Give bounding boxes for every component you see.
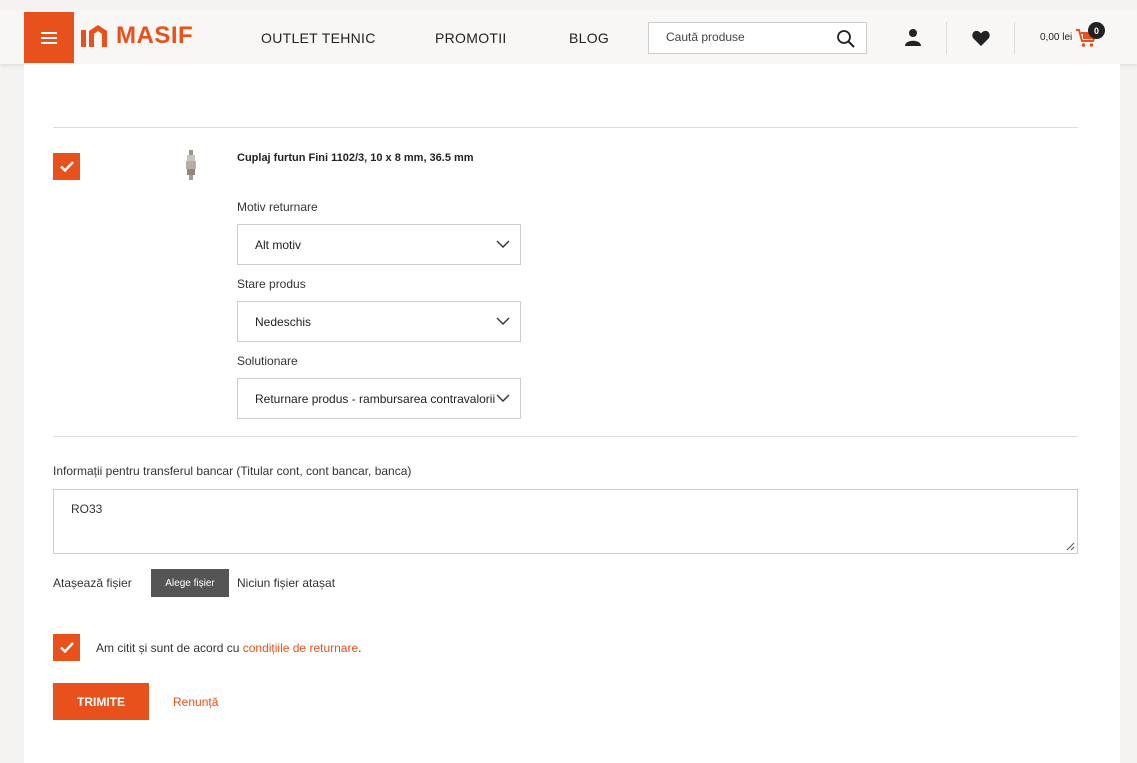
check-icon [59,161,74,172]
divider [53,127,1078,128]
menu-button[interactable] [24,12,74,63]
logo-text: MASIF [116,22,194,49]
heart-icon[interactable] [972,30,990,46]
bank-info-label: Informații pentru transferul bancar (Tit… [53,464,412,478]
divider [53,436,1078,437]
site-logo[interactable]: MASIF [81,22,194,49]
chevron-down-icon [496,394,510,402]
agree-text: Am citit și sunt de acord cu condițiile … [96,641,361,655]
motiv-value: Alt motiv [255,238,302,252]
choose-file-button[interactable]: Alege fișier [151,569,229,597]
stare-value: Nedeschis [255,315,312,329]
chevron-down-icon [496,240,510,248]
cancel-link[interactable]: Renunță [173,695,218,709]
solutionare-select[interactable]: Returnare produs - rambursarea contraval… [237,378,521,419]
product-name: Cuplaj furtun Fini 1102/3, 10 x 8 mm, 36… [237,152,474,164]
bank-info-value: RO33 [71,502,103,516]
stare-label: Stare produs [237,277,306,291]
file-status: Niciun fișier atașat [237,576,336,590]
resize-grip-icon[interactable] [1066,542,1075,551]
solutionare-value: Returnare produs - rambursarea contraval… [255,392,496,406]
stare-select[interactable]: Nedeschis [237,301,521,342]
top-strip [0,0,1137,10]
product-select-checkbox[interactable] [53,153,80,180]
nav-blog[interactable]: BLOG [569,30,609,46]
menu-icon [41,31,57,44]
agree-text-prefix: Am citit și sunt de acord cu [96,641,243,655]
agree-text-suffix: . [358,641,362,655]
chevron-down-icon [496,317,510,325]
header-divider [946,22,947,54]
search-icon[interactable] [836,29,856,49]
agree-checkbox[interactable] [53,634,80,661]
solutionare-label: Solutionare [237,354,298,368]
nav-outlet-tehnic[interactable]: OUTLET TEHNIC [261,30,376,46]
submit-button[interactable]: TRIMITE [53,683,149,720]
header-divider [1014,22,1015,54]
motiv-label: Motiv returnare [237,200,318,214]
logo-mark-icon [81,25,107,47]
cart-count-badge: 0 [1088,22,1105,39]
product-image [186,150,196,180]
motiv-select[interactable]: Alt motiv [237,224,521,265]
attach-label: Atașează fișier [53,576,132,590]
search-box [648,22,867,54]
search-input[interactable] [666,30,826,44]
user-icon[interactable] [904,28,922,46]
cart-total: 0,00 lei [1040,32,1073,43]
site-header: MASIF OUTLET TEHNIC PROMOTII BLOG 0,00 l… [0,10,1137,64]
bank-info-textarea[interactable]: RO33 [53,489,1078,554]
return-conditions-link[interactable]: condițiile de returnare [243,641,358,655]
nav-promotii[interactable]: PROMOTII [435,30,507,46]
check-icon [59,642,74,653]
